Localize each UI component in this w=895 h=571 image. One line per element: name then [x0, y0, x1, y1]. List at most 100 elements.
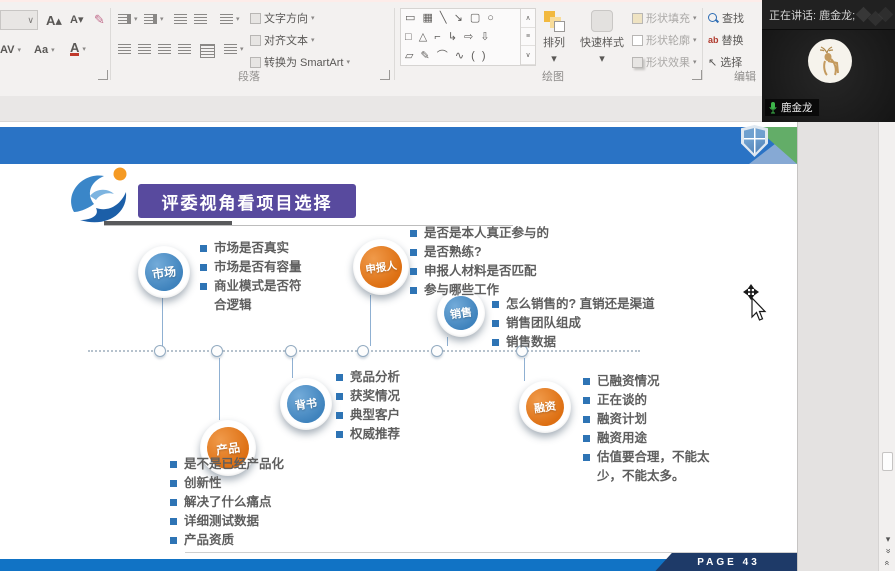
- increase-indent-button[interactable]: [194, 14, 207, 24]
- connector-endorsement: [292, 358, 293, 378]
- format-brush-button[interactable]: ✎: [94, 12, 105, 28]
- line-spacing-button[interactable]: ▾: [220, 14, 240, 24]
- meeting-panel: 正在讲话: 鹿金龙; 鹿金龙: [762, 0, 895, 122]
- bullet-item: 正在谈的: [583, 391, 713, 410]
- distribute-icon: [200, 44, 215, 58]
- caret-icon: ▾: [240, 45, 244, 53]
- bullet-square-icon: [170, 499, 177, 506]
- char-spacing-button[interactable]: AV▾: [0, 44, 21, 56]
- gallery-scroll-down-icon[interactable]: ∨: [521, 46, 535, 65]
- caret-icon: ▾: [551, 52, 557, 65]
- columns-icon: [224, 44, 237, 54]
- participant-video-tile[interactable]: 鹿金龙: [762, 30, 895, 122]
- quick-styles-button[interactable]: 快速样式 ▾: [580, 10, 624, 65]
- shapes-gallery-scroll[interactable]: ∧ ≡ ∨: [520, 9, 535, 65]
- text-direction-icon: [250, 13, 261, 24]
- speaking-status: 正在讲话: 鹿金龙;: [762, 7, 855, 23]
- font-dialog-launcher[interactable]: [98, 70, 108, 80]
- next-slide-button[interactable]: «: [879, 558, 895, 568]
- paragraph-dialog-launcher[interactable]: [380, 70, 390, 80]
- node-market[interactable]: 市场: [138, 246, 190, 298]
- shape-outline-button[interactable]: 形状轮廓▾: [632, 32, 697, 48]
- node-endorsement[interactable]: 背书: [280, 378, 332, 430]
- shapes-row[interactable]: ▱ ✎ ⌒ ∿ ( ): [401, 47, 535, 66]
- bullet-text: 参与哪些工作: [424, 281, 499, 300]
- caret-icon: ▾: [134, 15, 138, 23]
- slide-bottom-bar: [0, 559, 670, 571]
- connector-financing: [524, 358, 525, 381]
- connector-market: [162, 298, 163, 346]
- bullet-square-icon: [492, 301, 499, 308]
- bullet-text: 市场是否有容量: [214, 258, 302, 277]
- bullet-text: 是不是已经产品化: [184, 455, 284, 474]
- arrange-button[interactable]: 排列 ▾: [543, 10, 565, 65]
- grow-font-button[interactable]: A▴: [46, 13, 62, 29]
- previous-slide-button[interactable]: «: [879, 546, 895, 556]
- connector-product: [219, 358, 220, 420]
- shape-effects-button[interactable]: 形状效果▾: [632, 54, 697, 70]
- smartart-icon: [250, 57, 261, 68]
- bullet-list-button[interactable]: ▾: [118, 14, 138, 24]
- quick-styles-icon: [591, 10, 613, 32]
- node-endorsement-label: 背书: [285, 383, 328, 426]
- text-direction-button[interactable]: 文字方向▾: [250, 10, 315, 26]
- shape-effects-icon: [632, 57, 643, 68]
- bullet-item: 是否是本人真正参与的: [410, 224, 588, 243]
- bullet-item: 是否熟练?: [410, 243, 588, 262]
- replace-button[interactable]: ab替换: [708, 32, 744, 48]
- group-divider: [394, 8, 395, 80]
- node-applicant[interactable]: 申报人: [353, 239, 409, 295]
- bullet-square-icon: [583, 397, 590, 404]
- node-financing[interactable]: 融资: [519, 381, 571, 433]
- bullet-square-icon: [170, 518, 177, 525]
- bullet-text: 解决了什么痛点: [184, 493, 272, 512]
- bullet-item: 解决了什么痛点: [170, 493, 335, 512]
- gallery-more-icon[interactable]: ≡: [521, 28, 535, 47]
- shrink-font-button[interactable]: A▾: [70, 13, 83, 26]
- convert-smartart-button[interactable]: 转换为 SmartArt▾: [250, 54, 350, 70]
- align-text-button[interactable]: 对齐文本▾: [250, 32, 315, 48]
- bullets-market: 市场是否真实 市场是否有容量 商业模式是否符合逻辑: [200, 239, 312, 315]
- font-color-button[interactable]: A▾: [70, 42, 86, 56]
- caret-icon: ▾: [693, 14, 697, 22]
- distribute-button[interactable]: [200, 44, 215, 58]
- bullet-text: 销售数据: [506, 333, 556, 352]
- bullet-item: 市场是否真实: [200, 239, 312, 258]
- align-center-button[interactable]: [138, 44, 151, 54]
- scrollbar-thumb[interactable]: [882, 452, 893, 471]
- timeline-dot: [154, 345, 166, 357]
- align-justify-button[interactable]: [178, 44, 191, 54]
- shapes-row[interactable]: ▭ ▦ ╲ ↘ ▢ ○: [401, 9, 535, 28]
- gallery-scroll-up-icon[interactable]: ∧: [521, 9, 535, 28]
- bullet-text: 产品资质: [184, 531, 234, 550]
- slide-canvas[interactable]: 评委视角看项目选择 市场 申报人 销售 背书 产品: [0, 122, 797, 571]
- search-icon: [708, 13, 719, 24]
- bullet-text: 销售团队组成: [506, 314, 581, 333]
- align-right-button[interactable]: [158, 44, 171, 54]
- find-button[interactable]: 查找: [708, 10, 744, 26]
- bullet-text: 估值要合理，不能太少，不能太多。: [597, 448, 713, 486]
- vertical-scrollbar[interactable]: ▾ « «: [878, 122, 895, 571]
- caret-icon: ▾: [311, 14, 315, 22]
- align-left-button[interactable]: [118, 44, 131, 54]
- change-case-button[interactable]: Aa▾: [34, 44, 55, 56]
- font-size-combo[interactable]: ∨: [0, 10, 38, 30]
- drawing-dialog-launcher[interactable]: [692, 70, 702, 80]
- decrease-indent-button[interactable]: [174, 14, 187, 24]
- bullet-square-icon: [200, 283, 207, 290]
- format-brush-icon: ✎: [94, 12, 105, 28]
- bullet-square-icon: [583, 454, 590, 461]
- bullet-square-icon: [410, 268, 417, 275]
- slide-title: 评委视角看项目选择: [138, 184, 356, 218]
- slide-top-banner: [0, 127, 797, 164]
- align-justify-icon: [178, 44, 191, 54]
- scroll-down-button[interactable]: ▾: [879, 534, 895, 545]
- shape-fill-button[interactable]: 形状填充▾: [632, 10, 697, 26]
- numbered-list-button[interactable]: ▾: [144, 14, 164, 24]
- shapes-row[interactable]: □ △ ⌐ ↳ ⇨ ⇩: [401, 28, 535, 47]
- shapes-gallery[interactable]: ▭ ▦ ╲ ↘ ▢ ○ □ △ ⌐ ↳ ⇨ ⇩ ▱ ✎ ⌒ ∿ ( ) ∧ ≡ …: [400, 8, 536, 66]
- bullet-item: 怎么销售的? 直销还是渠道: [492, 295, 682, 314]
- columns-button[interactable]: ▾: [224, 44, 244, 54]
- shape-outline-icon: [632, 35, 643, 46]
- paragraph-group-label: 段落: [238, 68, 260, 84]
